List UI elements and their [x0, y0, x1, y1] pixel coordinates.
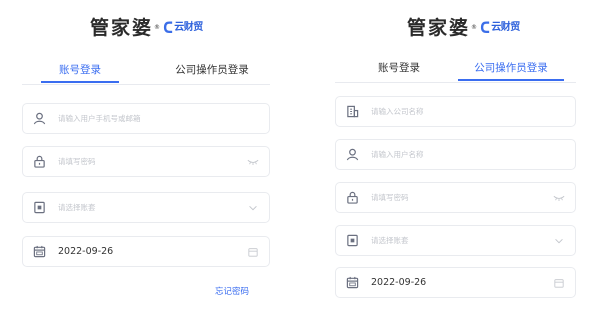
ledger-select[interactable]: 请选择账套	[335, 225, 576, 256]
calendar-icon	[33, 245, 46, 258]
building-icon	[347, 105, 359, 118]
brand-text: 云财贸	[491, 22, 520, 33]
brand-swoosh-icon: ᑕ	[480, 19, 491, 37]
chevron-down-icon	[249, 205, 257, 211]
password-input[interactable]: 请填写密码	[335, 182, 576, 213]
date-value: 2022-09-26	[58, 246, 114, 257]
brand-badge: ᑕ 云财贸	[479, 20, 520, 36]
username-placeholder: 请输入用户名称	[371, 150, 424, 159]
ledger-select[interactable]: 请选择账套	[22, 192, 270, 223]
company-placeholder: 请输入公司名称	[371, 107, 424, 116]
password-placeholder: 请填写密码	[58, 157, 96, 166]
ledger-placeholder: 请选择账套	[371, 236, 409, 245]
forgot-password-link[interactable]: 忘记密码	[215, 285, 249, 297]
registered-mark: ®	[471, 24, 478, 31]
account-placeholder: 请输入用户手机号或邮箱	[58, 114, 141, 123]
password-placeholder: 请填写密码	[371, 193, 409, 202]
user-icon	[33, 112, 46, 125]
calendar-small-icon[interactable]	[553, 278, 565, 288]
logo-main-text: 管家婆	[90, 17, 154, 39]
brand-text: 云财贸	[174, 22, 203, 33]
logo-main-text: 管家婆	[407, 17, 471, 39]
ledger-icon	[347, 234, 358, 247]
calendar-small-icon[interactable]	[247, 247, 259, 257]
tab-company-operator-login[interactable]: 公司操作员登录	[162, 62, 262, 83]
eye-closed-icon[interactable]	[553, 193, 565, 203]
chevron-down-icon	[555, 238, 563, 244]
tab-company-operator-login[interactable]: 公司操作员登录	[458, 60, 564, 81]
lock-icon	[34, 155, 45, 168]
date-value: 2022-09-26	[371, 277, 427, 288]
user-icon	[346, 148, 359, 161]
account-input[interactable]: 请输入用户手机号或邮箱	[22, 103, 270, 134]
login-tabs: 账号登录 公司操作员登录	[335, 60, 576, 83]
logo: 管家婆 ® ᑕ 云财贸	[90, 18, 203, 38]
lock-icon	[347, 191, 358, 204]
ledger-icon	[34, 201, 45, 214]
ledger-placeholder: 请选择账套	[58, 203, 96, 212]
date-input[interactable]: 2022-09-26	[335, 267, 576, 298]
date-input[interactable]: 2022-09-26	[22, 236, 270, 267]
login-tabs: 账号登录 公司操作员登录	[22, 62, 270, 85]
brand-badge: ᑕ 云财贸	[162, 20, 203, 36]
username-input[interactable]: 请输入用户名称	[335, 139, 576, 170]
password-input[interactable]: 请填写密码	[22, 146, 270, 177]
eye-closed-icon[interactable]	[247, 157, 259, 167]
brand-swoosh-icon: ᑕ	[163, 19, 174, 37]
logo: 管家婆 ® ᑕ 云财贸	[407, 18, 520, 38]
tab-account-login[interactable]: 账号登录	[360, 60, 438, 81]
company-name-input[interactable]: 请输入公司名称	[335, 96, 576, 127]
registered-mark: ®	[154, 24, 161, 31]
tab-account-login[interactable]: 账号登录	[41, 62, 119, 83]
calendar-icon	[346, 276, 359, 289]
